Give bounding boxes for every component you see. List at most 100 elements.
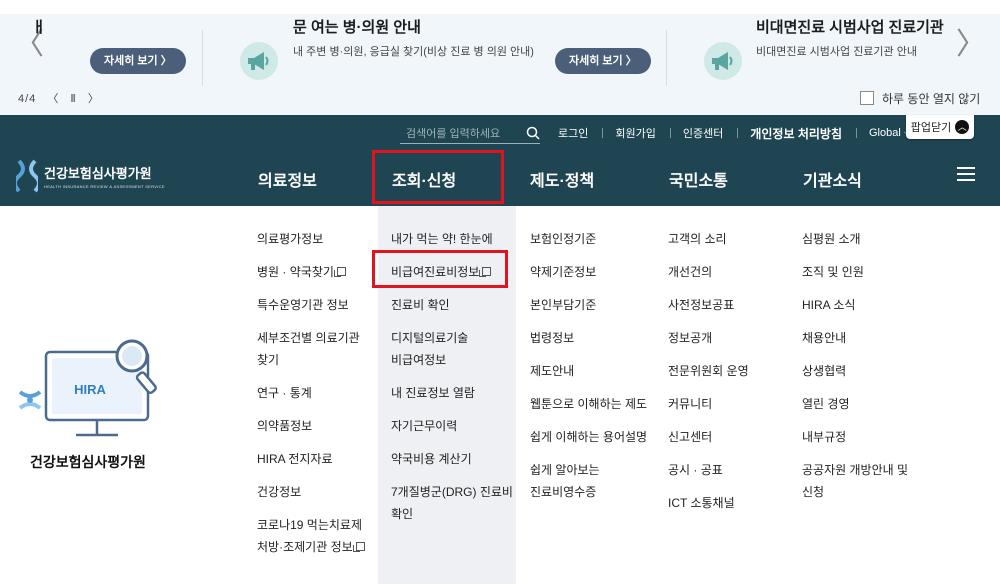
menu-item[interactable]: 보험인정기준 (530, 228, 647, 250)
menu-item[interactable]: ICT 소통채널 (668, 492, 749, 514)
search-input[interactable]: 검색어를 입력하세요 (400, 122, 540, 144)
login-link[interactable]: 로그인 (558, 125, 588, 141)
menu-col-communication: 고객의 소리 개선건의 사전정보공표 정보공개 전문위원회 운영 커뮤니티 신고… (668, 228, 749, 525)
menu-col-medical-info: 의료평가정보 병원 · 약국찾기 특수운영기관 정보 세부조건별 의료기관 찾기… (257, 228, 365, 569)
menu-item[interactable]: 고객의 소리 (668, 228, 749, 250)
menu-item-cont[interactable]: 확인 (391, 503, 513, 525)
menu-item[interactable]: 전문위원회 운영 (668, 360, 749, 382)
slide-mid-subtitle: 내 주변 병·의원, 응급실 찾기(비상 진료 병 의원 안내) (293, 46, 534, 58)
menu-item[interactable]: 약제기준정보 (530, 261, 647, 283)
menu-item[interactable]: 쉽게 이해하는 용어설명 (530, 426, 647, 448)
hira-illustration: HIRA (14, 338, 164, 448)
gnb-medical-info[interactable]: 의료정보 (258, 167, 317, 191)
menu-col-policy: 보험인정기준 약제기준정보 본인부담기준 법령정보 제도안내 웹툰으로 이해하는… (530, 228, 647, 514)
menu-item[interactable]: 디지털의료기술 (391, 327, 513, 349)
menu-item[interactable]: 법령정보 (530, 327, 647, 349)
menu-item[interactable]: 본인부담기준 (530, 294, 647, 316)
slide-left-title: ㅐ (32, 19, 46, 36)
menu-item[interactable]: 심평원 소개 (802, 228, 908, 250)
menu-item-cont[interactable]: 찾기 (257, 349, 365, 371)
gnb-news[interactable]: 기관소식 (803, 167, 862, 191)
menu-item[interactable]: 웹툰으로 이해하는 제도 (530, 393, 647, 415)
slide-right: 비대면진료 시범사업 진료기관 비대면진료 시범사업 진료기관 안내 (756, 16, 944, 59)
menu-item[interactable]: 의약품정보 (257, 415, 365, 437)
menu-item[interactable]: 건강정보 (257, 481, 365, 503)
slide-right-subtitle: 비대면진료 시범사업 진료기관 안내 (756, 46, 917, 58)
menu-item-cont[interactable]: 비급여정보 (391, 349, 513, 371)
menu-item[interactable]: 진료비 확인 (391, 294, 513, 316)
search-icon[interactable] (526, 126, 540, 140)
menu-item[interactable]: 자기근무이력 (391, 415, 513, 437)
menu-item[interactable]: HIRA 전지자료 (257, 448, 365, 470)
menu-item[interactable]: 조직 및 인원 (802, 261, 908, 283)
divider (602, 128, 604, 138)
megaphone-icon (240, 42, 278, 80)
menu-item[interactable]: 세부조건별 의료기관 (257, 327, 365, 349)
pager-prev-icon[interactable]: 〈 (47, 93, 59, 105)
menu-item[interactable]: 개선건의 (668, 261, 749, 283)
cert-center-link[interactable]: 인증센터 (683, 125, 723, 141)
logo-subtitle: HEALTH INSURANCE REVIEW & ASSESSMENT SER… (44, 184, 165, 189)
menu-item[interactable]: 정보공개 (668, 327, 749, 349)
menu-item-cont[interactable]: 처방·조제기관 정보 (257, 536, 365, 558)
hira-logo-icon (16, 159, 38, 193)
search-placeholder: 검색어를 입력하세요 (406, 127, 501, 140)
popup-close-button[interactable]: 팝업닫기 ︿ (906, 115, 974, 139)
menu-item-cont[interactable]: 신청 (802, 481, 908, 503)
menu-item[interactable]: 채용안내 (802, 327, 908, 349)
slide-left-detail-button[interactable]: 자세히 보기 〉 (90, 48, 186, 74)
menu-item[interactable]: 신고센터 (668, 426, 749, 448)
privacy-policy-link[interactable]: 개인정보 처리방침 (750, 125, 842, 142)
menu-item[interactable]: 공시 · 공표 (668, 459, 749, 481)
menu-item[interactable]: 특수운영기관 정보 (257, 294, 365, 316)
next-slide-arrow[interactable]: 〉 (956, 30, 986, 60)
menu-icon[interactable] (957, 167, 975, 181)
menu-item[interactable]: 코로나19 먹는치료제 (257, 514, 365, 536)
pager-next-icon[interactable]: 〉 (88, 93, 100, 105)
menu-item[interactable]: 사전정보공표 (668, 294, 749, 316)
menu-item[interactable]: 약국비용 계산기 (391, 448, 513, 470)
menu-item[interactable]: 7개질병군(DRG) 진료비 (391, 481, 513, 503)
slide-mid-detail-button[interactable]: 자세히 보기 〉 (555, 48, 651, 74)
site-logo[interactable]: 건강보험심사평가원 HEALTH INSURANCE REVIEW & ASSE… (16, 159, 165, 193)
join-link[interactable]: 회원가입 (615, 125, 655, 141)
slide-pager: 4/4 〈 Ⅱ 〉 (18, 90, 107, 106)
menu-item[interactable]: 커뮤니티 (668, 393, 749, 415)
utility-bar: 검색어를 입력하세요 로그인 회원가입 인증센터 개인정보 처리방침 Globa… (400, 122, 912, 144)
logo-title: 건강보험심사평가원 (44, 166, 152, 181)
menu-item[interactable]: 내가 먹는 약! 한눈에 (391, 228, 513, 250)
menu-item[interactable]: 제도안내 (530, 360, 647, 382)
close-today-checkbox[interactable]: 하루 동안 열지 않기 (860, 90, 980, 107)
highlight-box-menu-item (372, 250, 508, 288)
menu-item[interactable]: 내 진료정보 열람 (391, 382, 513, 404)
slide-divider (202, 30, 203, 86)
menu-item[interactable]: 상생협력 (802, 360, 908, 382)
menu-item[interactable]: 공공자원 개방안내 및 (802, 459, 908, 481)
menu-item-label: 처방·조제기관 정보 (257, 540, 353, 554)
menu-item[interactable]: 의료평가정보 (257, 228, 365, 250)
hira-org-name: 건강보험심사평가원 (30, 454, 146, 470)
slide-mid: 문 여는 병·의원 안내 내 주변 병·의원, 응급실 찾기(비상 진료 병 의… (293, 16, 534, 59)
menu-col-news: 심평원 소개 조직 및 인원 HIRA 소식 채용안내 상생협력 열린 경영 내… (802, 228, 908, 514)
pager-pause-icon[interactable]: Ⅱ (70, 93, 76, 105)
divider (669, 128, 671, 138)
new-window-icon (352, 542, 365, 552)
menu-item-cont[interactable]: 진료비영수증 (530, 481, 647, 503)
menu-item[interactable]: 내부규정 (802, 426, 908, 448)
menu-item-label: 병원 · 약국찾기 (257, 265, 334, 279)
checkbox-icon[interactable] (860, 91, 874, 105)
slide-right-title: 비대면진료 시범사업 진료기관 (756, 19, 944, 36)
menu-item[interactable]: 열린 경영 (802, 393, 908, 415)
new-window-icon (333, 267, 346, 277)
gnb-communication[interactable]: 국민소통 (669, 167, 728, 191)
menu-item[interactable]: 연구 · 통계 (257, 382, 365, 404)
menu-item[interactable]: 병원 · 약국찾기 (257, 261, 365, 283)
slide-divider (666, 30, 667, 86)
hira-badge-text: HIRA (74, 382, 106, 397)
close-today-label: 하루 동안 열지 않기 (882, 92, 981, 106)
menu-item[interactable]: HIRA 소식 (802, 294, 908, 316)
gnb-policy[interactable]: 제도·정책 (530, 167, 594, 191)
slide-mid-title: 문 여는 병·의원 안내 (293, 19, 421, 36)
divider (737, 128, 739, 138)
menu-item[interactable]: 쉽게 알아보는 (530, 459, 647, 481)
